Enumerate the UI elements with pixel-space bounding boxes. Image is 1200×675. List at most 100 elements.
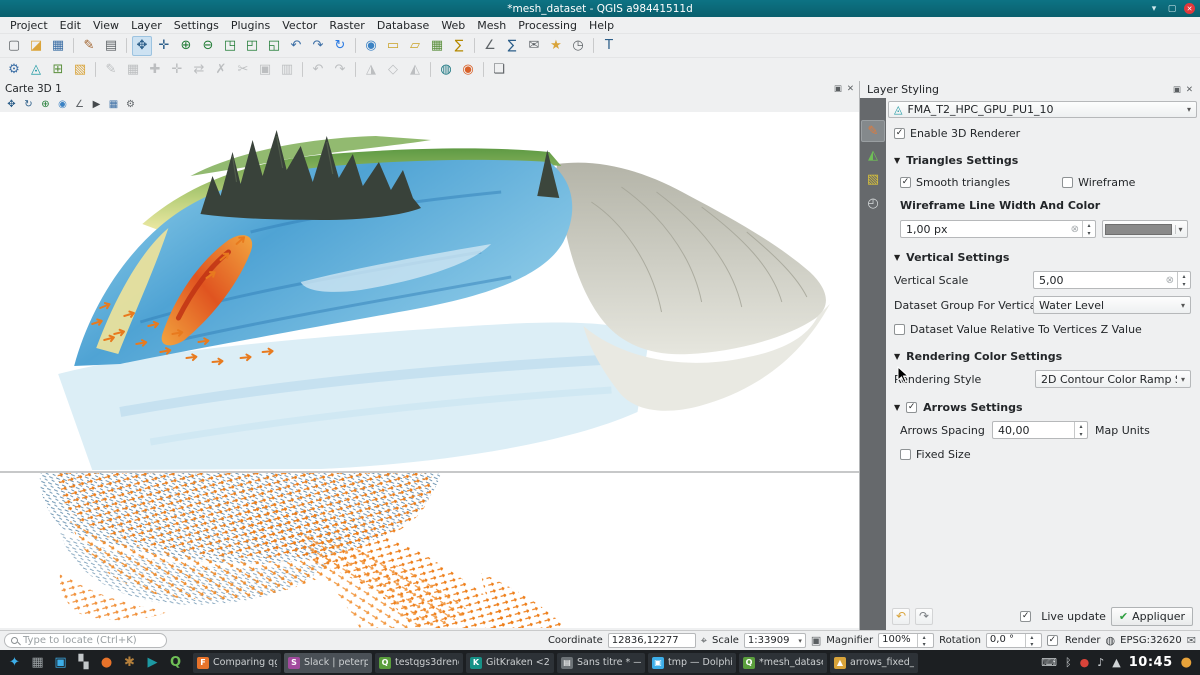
spinner-control[interactable]: ▴▾ bbox=[1177, 272, 1190, 288]
paste-features-icon[interactable]: ▥ bbox=[277, 60, 297, 80]
delete-selected-icon[interactable]: ✗ bbox=[211, 60, 231, 80]
menu-item[interactable]: Vector bbox=[276, 19, 323, 32]
smooth-triangles-checkbox[interactable] bbox=[900, 177, 911, 188]
map-2d-canvas[interactable] bbox=[0, 471, 859, 628]
rendering-style-combo[interactable]: 2D Contour Color Ramp Shader ▾ bbox=[1035, 370, 1191, 388]
menu-item[interactable]: Web bbox=[435, 19, 471, 32]
new-bookmark-icon[interactable]: ★ bbox=[546, 36, 566, 56]
symbology-tab-icon[interactable]: ✎ bbox=[861, 120, 885, 142]
spinner-control[interactable]: ▴▾ bbox=[1074, 422, 1087, 438]
toolbar-separator[interactable] bbox=[483, 62, 484, 77]
pan-3d-icon[interactable]: ✥ bbox=[3, 98, 20, 112]
clear-icon[interactable]: ⊗ bbox=[1071, 224, 1079, 235]
menu-item[interactable]: Help bbox=[583, 19, 620, 32]
app-menu-icon[interactable]: ✦ bbox=[4, 652, 25, 673]
taskbar-window-arrows[interactable]: ▲ arrows_fixed_s... bbox=[830, 653, 918, 673]
export-3d-icon[interactable]: ▦ bbox=[105, 98, 122, 112]
locate-input[interactable]: Type to locate (Ctrl+K) bbox=[4, 633, 167, 648]
zoom-layer-icon[interactable]: ◰ bbox=[242, 36, 262, 56]
arrows-enabled-checkbox[interactable] bbox=[906, 402, 917, 413]
menu-item[interactable]: Edit bbox=[54, 19, 87, 32]
vertex-tool-icon[interactable]: ✛ bbox=[167, 60, 187, 80]
menu-item[interactable]: Project bbox=[4, 19, 54, 32]
arrows-section-header[interactable]: ▼ Arrows Settings bbox=[894, 401, 1191, 414]
toolbar-separator[interactable] bbox=[474, 38, 475, 53]
toolbar-separator[interactable] bbox=[73, 38, 74, 53]
taskbar-window-qgis-test[interactable]: Q testqgs3drend... bbox=[375, 653, 463, 673]
transparency-tab-icon[interactable]: ▧ bbox=[861, 168, 885, 190]
taskbar-window-firefox[interactable]: F Comparing qgi... bbox=[193, 653, 281, 673]
animation-3d-icon[interactable]: ▶ bbox=[88, 98, 105, 112]
undo-style-icon[interactable]: ↶ bbox=[892, 608, 910, 625]
toolbar-separator[interactable] bbox=[302, 62, 303, 77]
metasearch-globe-icon[interactable]: ◍ bbox=[436, 60, 456, 80]
messages-icon[interactable]: ✉ bbox=[1187, 634, 1196, 647]
zoom-last-icon[interactable]: ↶ bbox=[286, 36, 306, 56]
clear-icon[interactable]: ⊗ bbox=[1166, 275, 1174, 286]
redo-icon[interactable]: ↷ bbox=[330, 60, 350, 80]
zoom-3d-icon[interactable]: ⊕ bbox=[37, 98, 54, 112]
open-project-icon[interactable]: ◪ bbox=[26, 36, 46, 56]
enable-3d-checkbox[interactable] bbox=[894, 128, 905, 139]
georeferencer-icon[interactable]: ⊞ bbox=[48, 60, 68, 80]
updates-icon[interactable]: ▲ bbox=[1112, 656, 1120, 669]
menu-item[interactable]: Database bbox=[371, 19, 436, 32]
rotation-input[interactable]: 0,0 ° ▴▾ bbox=[986, 633, 1042, 648]
temporal-controller-icon[interactable]: ◷ bbox=[568, 36, 588, 56]
render-checkbox[interactable] bbox=[1047, 635, 1058, 646]
browser-icon[interactable]: ● bbox=[96, 652, 117, 673]
menu-item[interactable]: View bbox=[87, 19, 125, 32]
menu-item[interactable]: Layer bbox=[125, 19, 168, 32]
keyboard-layout-icon[interactable]: ⌨ bbox=[1041, 656, 1057, 669]
map-tips-icon[interactable]: ✉ bbox=[524, 36, 544, 56]
redo-style-icon[interactable]: ↷ bbox=[915, 608, 933, 625]
deselect-icon[interactable]: ▱ bbox=[405, 36, 425, 56]
mesh-transform-icon[interactable]: ◭ bbox=[405, 60, 425, 80]
dataset-relative-checkbox[interactable] bbox=[894, 324, 905, 335]
identify-icon[interactable]: ◉ bbox=[361, 36, 381, 56]
titlebar[interactable]: *mesh_dataset - QGIS a98441511d ▾▢✕ bbox=[0, 0, 1200, 17]
new-project-icon[interactable]: ▢ bbox=[4, 36, 24, 56]
toolbar-separator[interactable] bbox=[430, 62, 431, 77]
measure-3d-icon[interactable]: ∠ bbox=[71, 98, 88, 112]
menu-item[interactable]: Raster bbox=[323, 19, 370, 32]
menu-item[interactable]: Mesh bbox=[471, 19, 512, 32]
text-annotation-icon[interactable]: T bbox=[599, 36, 619, 56]
undo-icon[interactable]: ↶ bbox=[308, 60, 328, 80]
cut-features-icon[interactable]: ✂ bbox=[233, 60, 253, 80]
toolbar-separator[interactable] bbox=[593, 38, 594, 53]
identify-3d-icon[interactable]: ◉ bbox=[54, 98, 71, 112]
rotate-3d-icon[interactable]: ↻ bbox=[20, 98, 37, 112]
close-panel-icon[interactable]: ✕ bbox=[1186, 85, 1193, 95]
menu-item[interactable]: Settings bbox=[168, 19, 225, 32]
data-source-manager-icon[interactable]: ▧ bbox=[70, 60, 90, 80]
copy-features-icon[interactable]: ▣ bbox=[255, 60, 275, 80]
toolbar-separator[interactable] bbox=[355, 38, 356, 53]
wireframe-width-input[interactable]: 1,00 px ⊗ ▴▾ bbox=[900, 220, 1096, 238]
measure-icon[interactable]: ∠ bbox=[480, 36, 500, 56]
vertical-scale-input[interactable]: 5,00 ⊗ ▴▾ bbox=[1033, 271, 1191, 289]
triangles-section-header[interactable]: ▼ Triangles Settings bbox=[894, 154, 1191, 167]
terminal-icon[interactable]: ▚ bbox=[73, 652, 94, 673]
pan-selection-icon[interactable]: ✛ bbox=[154, 36, 174, 56]
taskbar-window-dolphin[interactable]: ▣ tmp — Dolphin bbox=[648, 653, 736, 673]
spinner-control[interactable]: ▴▾ bbox=[917, 634, 930, 647]
maximize-icon[interactable]: ▢ bbox=[1166, 3, 1178, 15]
vertical-section-header[interactable]: ▼ Vertical Settings bbox=[894, 251, 1191, 264]
dataset-group-combo[interactable]: Water Level ▾ bbox=[1033, 296, 1191, 314]
statistics-icon[interactable]: ∑ bbox=[502, 36, 522, 56]
magnifier-input[interactable]: 100% ▴▾ bbox=[878, 633, 934, 648]
options-3d-icon[interactable]: ⚙ bbox=[122, 98, 139, 112]
geocoder-icon[interactable]: ◉ bbox=[458, 60, 478, 80]
fixed-size-checkbox[interactable] bbox=[900, 449, 911, 460]
scale-combo[interactable]: 1:33909 ▾ bbox=[744, 633, 806, 648]
arrows-spacing-input[interactable]: 40,00 ▴▾ bbox=[992, 421, 1088, 439]
notifications-icon[interactable]: ● bbox=[1181, 655, 1192, 670]
pager-icon[interactable]: ▦ bbox=[27, 652, 48, 673]
mesh-select-icon[interactable]: ◇ bbox=[383, 60, 403, 80]
toggle-editing-icon[interactable]: ✎ bbox=[101, 60, 121, 80]
bluetooth-icon[interactable]: ᛒ bbox=[1065, 656, 1072, 669]
pan-map-icon[interactable]: ✥ bbox=[132, 36, 152, 56]
live-update-checkbox[interactable] bbox=[1020, 611, 1031, 622]
toolbar-separator[interactable] bbox=[126, 38, 127, 53]
